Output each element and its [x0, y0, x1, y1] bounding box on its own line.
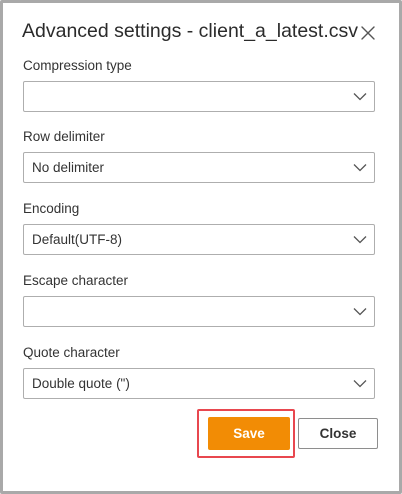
close-icon[interactable]: [360, 25, 376, 41]
row-delimiter-label: Row delimiter: [23, 129, 105, 144]
chevron-down-icon: [353, 92, 367, 101]
quote-character-value: Double quote ("): [32, 376, 130, 391]
chevron-down-icon: [353, 307, 367, 316]
encoding-value: Default(UTF-8): [32, 232, 123, 247]
encoding-label: Encoding: [23, 201, 80, 216]
chevron-down-icon: [353, 163, 367, 172]
escape-character-label: Escape character: [23, 273, 129, 288]
chevron-down-icon: [353, 379, 367, 388]
save-button[interactable]: Save: [208, 417, 290, 450]
row-delimiter-value: No delimiter: [32, 160, 105, 175]
quote-character-label: Quote character: [23, 345, 120, 360]
escape-character-select[interactable]: [23, 296, 375, 327]
dialog-title: Advanced settings - client_a_latest.csv: [22, 20, 359, 42]
quote-character-select[interactable]: Double quote ("): [23, 368, 375, 399]
advanced-settings-dialog: Advanced settings - client_a_latest.csv …: [0, 0, 402, 494]
row-delimiter-select[interactable]: No delimiter: [23, 152, 375, 183]
close-button[interactable]: Close: [298, 418, 378, 449]
compression-type-label: Compression type: [23, 58, 132, 73]
encoding-select[interactable]: Default(UTF-8): [23, 224, 375, 255]
chevron-down-icon: [353, 235, 367, 244]
compression-type-select[interactable]: [23, 81, 375, 112]
